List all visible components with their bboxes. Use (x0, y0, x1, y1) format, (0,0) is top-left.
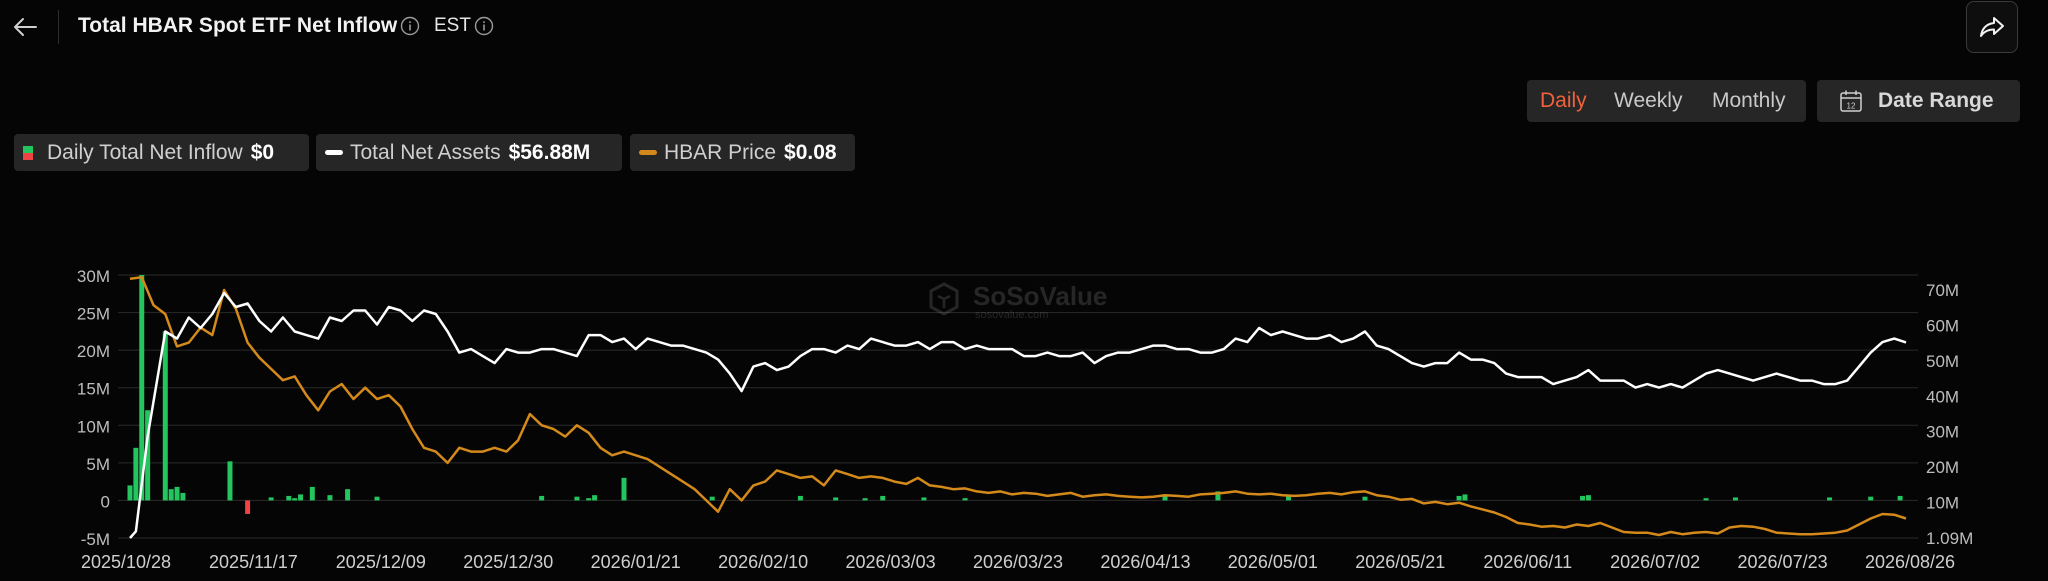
right-tick-label: 70M (1926, 281, 1959, 300)
right-tick-label: 30M (1926, 423, 1959, 442)
x-tick-label: 2026/08/26 (1865, 552, 1955, 572)
watermark-url: sosovalue.com (975, 309, 1048, 321)
inflow-bar (880, 495, 886, 501)
inflow-bar (227, 461, 233, 501)
sosovalue-logo: SoSoValue sosovalue.com (929, 281, 1107, 321)
right-tick-label: 40M (1926, 387, 1959, 406)
x-tick-label: 2026/05/21 (1355, 552, 1445, 572)
x-tick-label: 2025/11/17 (209, 552, 298, 572)
left-tick-label: 30M (77, 267, 110, 286)
x-tick-label: 2025/12/09 (336, 552, 426, 572)
left-tick-label: 10M (77, 417, 110, 436)
inflow-bar (862, 498, 868, 501)
inflow-bar (174, 486, 180, 501)
left-tick-label: -5M (81, 530, 110, 549)
left-tick-label: 5M (86, 455, 110, 474)
inflow-bar (586, 498, 592, 501)
inflow-bar (1827, 497, 1833, 501)
inflow-bar (1362, 496, 1368, 501)
inflow-bar (621, 477, 627, 501)
x-tick-label: 2025/10/28 (81, 552, 171, 572)
inflow-bar (345, 489, 351, 501)
x-tick-label: 2026/02/10 (718, 552, 808, 572)
inflow-bar (1703, 498, 1709, 501)
inflow-bar (921, 497, 927, 501)
x-tick-label: 2026/03/23 (973, 552, 1063, 572)
inflow-bar (962, 498, 968, 501)
right-tick-label: 1.09M (1926, 529, 1973, 548)
x-tick-label: 2026/03/03 (846, 552, 936, 572)
inflow-bar (292, 498, 298, 501)
x-tick-label: 2026/07/02 (1610, 552, 1700, 572)
inflow-bar (1732, 497, 1738, 501)
inflow-bar (180, 492, 186, 501)
inflow-bar (298, 494, 304, 501)
x-tick-label: 2026/07/23 (1738, 552, 1828, 572)
left-tick-label: 25M (77, 305, 110, 324)
x-axis: 2025/10/28 2025/11/17 2025/12/09 2025/12/30… (81, 552, 1955, 572)
inflow-bar (327, 495, 333, 501)
inflow-bar (268, 497, 274, 501)
inflow-bar (592, 495, 598, 501)
right-axis: 70M 60M 50M 40M 30M 20M 10M 1.09M (1926, 281, 1973, 548)
x-tick-label: 2026/05/01 (1228, 552, 1318, 572)
right-tick-label: 10M (1926, 494, 1959, 513)
inflow-bar (374, 496, 380, 501)
inflow-bar (1585, 495, 1591, 501)
inflow-bar (833, 497, 839, 501)
inflow-bar (1897, 495, 1903, 501)
left-axis: 30M 25M 20M 15M 10M 5M 0 -5M (77, 267, 110, 549)
x-tick-label: 2025/12/30 (463, 552, 553, 572)
right-tick-label: 50M (1926, 352, 1959, 371)
left-tick-label: 0 (101, 492, 110, 511)
inflow-bar (245, 500, 251, 514)
inflow-bar (286, 495, 292, 501)
inflow-bar (309, 486, 315, 501)
inflow-bar (1868, 496, 1874, 501)
inflow-bar (539, 495, 545, 501)
net-assets-line (129, 291, 1907, 539)
left-tick-label: 20M (77, 342, 110, 361)
inflow-chart[interactable]: SoSoValue sosovalue.com 30M 25M 20M 15M 10M 5… (0, 0, 2048, 581)
inflow-bar (1580, 495, 1586, 501)
inflow-bar (1462, 494, 1468, 501)
x-tick-label: 2026/06/11 (1483, 552, 1572, 572)
watermark-name: SoSoValue (973, 281, 1107, 311)
x-tick-label: 2026/01/21 (591, 552, 681, 572)
inflow-bar (133, 447, 139, 501)
right-tick-label: 20M (1926, 458, 1959, 477)
left-tick-label: 15M (77, 380, 110, 399)
inflow-bar (127, 485, 133, 501)
right-tick-label: 60M (1926, 316, 1959, 335)
inflow-bar (574, 496, 580, 501)
inflow-bar (709, 496, 715, 501)
inflow-bar (1456, 495, 1462, 501)
inflow-bar (168, 489, 174, 501)
x-tick-label: 2026/04/13 (1100, 552, 1190, 572)
inflow-bar (162, 331, 168, 501)
inflow-bar (797, 495, 803, 501)
